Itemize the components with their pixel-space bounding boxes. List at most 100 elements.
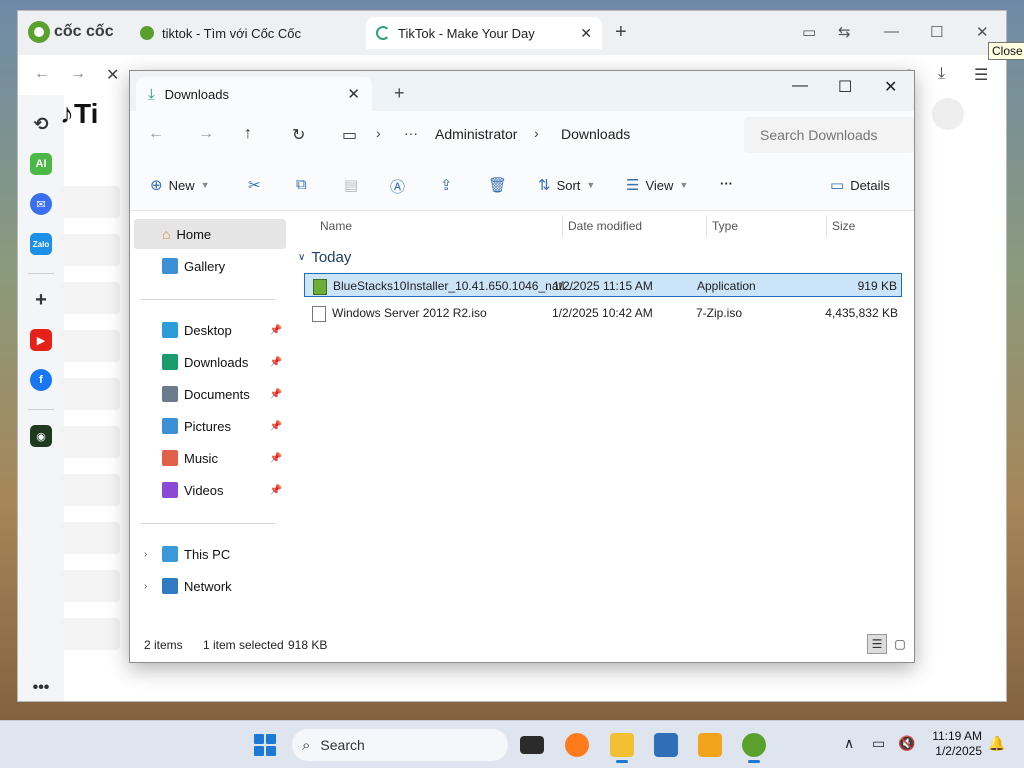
pin-icon[interactable]: 📌 xyxy=(270,485,282,496)
more-icon[interactable]: ••• xyxy=(30,677,52,699)
copy-icon[interactable]: ⧉ xyxy=(296,176,307,193)
up-icon[interactable]: ↑ xyxy=(244,125,252,143)
sort-label: Sort xyxy=(556,177,581,193)
explorer-tab-downloads[interactable]: ⤓ Downloads ✕ xyxy=(136,77,372,111)
column-header-size[interactable]: Size xyxy=(832,219,855,233)
facebook-icon[interactable]: f xyxy=(30,369,52,391)
browser-tab-tiktok[interactable]: TikTok - Make Your Day ✕ xyxy=(366,17,602,49)
remote-desktop-icon[interactable] xyxy=(654,733,678,757)
pin-icon[interactable]: 📌 xyxy=(270,453,282,464)
group-header-today[interactable]: ∨ Today xyxy=(298,249,351,266)
nav-item-this-pc[interactable]: › This PC xyxy=(134,539,286,569)
new-button[interactable]: ⊕ New ▼ xyxy=(150,176,210,194)
add-icon[interactable]: + xyxy=(30,289,52,311)
nav-item-network[interactable]: › Network xyxy=(134,571,286,601)
clock[interactable]: 11:19 AM 1/2/2025 xyxy=(926,729,982,759)
cut-icon[interactable]: ✂ xyxy=(248,176,261,194)
search-input[interactable] xyxy=(744,117,914,153)
nav-item-desktop[interactable]: Desktop 📌 xyxy=(134,315,286,345)
column-divider[interactable] xyxy=(562,215,563,237)
tiktok-logo-icon: ♪ xyxy=(60,98,74,129)
menu-icon[interactable]: ☰ xyxy=(974,65,988,85)
stop-icon[interactable]: ✕ xyxy=(106,65,119,85)
taskbar-search[interactable]: ⌕ Search xyxy=(292,729,508,761)
refresh-icon[interactable]: ↻ xyxy=(292,125,305,145)
cast-icon[interactable]: ▭ xyxy=(802,23,816,41)
file-row[interactable]: BlueStacks10Installer_10.41.650.1046_nat… xyxy=(304,273,902,297)
coccoc-logo-icon xyxy=(28,21,50,43)
new-tab-button[interactable]: + xyxy=(615,21,627,44)
nav-item-pictures[interactable]: Pictures 📌 xyxy=(134,411,286,441)
file-type-cell: 7-Zip.iso xyxy=(696,306,743,320)
chevron-right-icon[interactable]: › xyxy=(144,581,147,592)
more-options-icon[interactable]: ··· xyxy=(720,176,733,191)
rename-icon[interactable]: Ⓐ xyxy=(390,176,405,197)
firefox-icon[interactable] xyxy=(565,733,589,757)
new-tab-button[interactable]: + xyxy=(394,83,405,104)
close-window-button[interactable]: ✕ xyxy=(976,23,989,41)
column-divider[interactable] xyxy=(826,215,827,237)
network-status-icon[interactable]: ▭ xyxy=(872,735,885,752)
youtube-icon[interactable]: ▶ xyxy=(30,329,52,351)
chevron-up-icon[interactable]: ∧ xyxy=(844,735,854,752)
close-window-button[interactable]: ✕ xyxy=(884,77,897,97)
sort-button[interactable]: ⇅ Sort ▼ xyxy=(538,176,595,194)
nav-item-documents[interactable]: Documents 📌 xyxy=(134,379,286,409)
minimize-button[interactable]: — xyxy=(884,23,899,40)
ai-icon[interactable]: AI xyxy=(30,153,52,175)
file-date-cell: 1/2/2025 11:15 AM xyxy=(553,279,653,293)
paste-icon[interactable]: ▤ xyxy=(344,176,358,194)
forward-icon[interactable]: → xyxy=(198,125,214,143)
virtualbox-icon[interactable] xyxy=(698,733,722,757)
coccoc-icon[interactable] xyxy=(742,733,766,763)
tiktok-logo[interactable]: ♪Ti xyxy=(60,98,98,130)
forward-icon[interactable]: → xyxy=(70,65,86,83)
this-pc-icon[interactable]: ▭ xyxy=(342,125,357,145)
more-path-icon[interactable]: ··· xyxy=(404,125,418,141)
pin-icon[interactable]: 📌 xyxy=(270,325,282,336)
breadcrumb-downloads[interactable]: Downloads xyxy=(561,126,630,142)
nav-item-downloads[interactable]: Downloads 📌 xyxy=(134,347,286,377)
chevron-right-icon[interactable]: › xyxy=(144,549,147,560)
nav-item-music[interactable]: Music 📌 xyxy=(134,443,286,473)
history-icon[interactable]: ⟲ xyxy=(30,113,52,135)
view-button[interactable]: ☰ View ▼ xyxy=(626,176,688,194)
back-icon[interactable]: ← xyxy=(148,125,164,143)
game-icon[interactable]: ◉ xyxy=(30,425,52,447)
nav-item-home[interactable]: ⌂ Home xyxy=(134,219,286,249)
nav-item-gallery[interactable]: Gallery xyxy=(134,251,286,281)
back-forth-icon[interactable]: ⇆ xyxy=(838,23,851,41)
share-icon[interactable]: ⇪ xyxy=(440,176,453,194)
volume-muted-icon[interactable]: 🔇 xyxy=(898,735,915,752)
nav-item-videos[interactable]: Videos 📌 xyxy=(134,475,286,505)
breadcrumb-administrator[interactable]: Administrator xyxy=(435,126,517,142)
column-divider[interactable] xyxy=(706,215,707,237)
details-view-icon[interactable]: ☰ xyxy=(867,634,887,654)
browser-brand[interactable]: cốc cốc xyxy=(28,21,114,43)
messenger-icon[interactable]: ✉ xyxy=(30,193,52,215)
notification-bell-icon[interactable]: 🔔 xyxy=(988,735,1005,752)
status-size: 918 KB xyxy=(288,638,328,652)
pin-icon[interactable]: 📌 xyxy=(270,389,282,400)
column-header-date[interactable]: Date modified xyxy=(568,219,642,233)
column-header-type[interactable]: Type xyxy=(712,219,738,233)
file-row[interactable]: Windows Server 2012 R2.iso 1/2/2025 10:42… xyxy=(304,301,902,325)
start-button[interactable] xyxy=(254,734,276,756)
close-tab-icon[interactable]: ✕ xyxy=(580,25,592,42)
tiles-view-icon[interactable]: ▢ xyxy=(890,634,910,654)
maximize-button[interactable]: ☐ xyxy=(930,23,943,41)
download-icon[interactable]: ⤓ xyxy=(938,65,945,83)
delete-icon[interactable]: 🗑 xyxy=(488,176,507,194)
back-icon[interactable]: ← xyxy=(34,65,50,83)
minimize-button[interactable]: — xyxy=(792,77,808,95)
pin-icon[interactable]: 📌 xyxy=(270,357,282,368)
maximize-button[interactable]: ☐ xyxy=(838,77,852,97)
task-view-icon[interactable] xyxy=(520,736,544,754)
pin-icon[interactable]: 📌 xyxy=(270,421,282,432)
details-button[interactable]: ▭ Details xyxy=(830,176,890,194)
column-header-name[interactable]: Name xyxy=(320,219,352,233)
close-tab-icon[interactable]: ✕ xyxy=(347,85,360,103)
zalo-icon[interactable]: Zalo xyxy=(30,233,52,255)
browser-tab-search[interactable]: tiktok - Tìm với Cốc Cốc xyxy=(130,17,360,49)
file-explorer-icon[interactable] xyxy=(610,733,634,763)
